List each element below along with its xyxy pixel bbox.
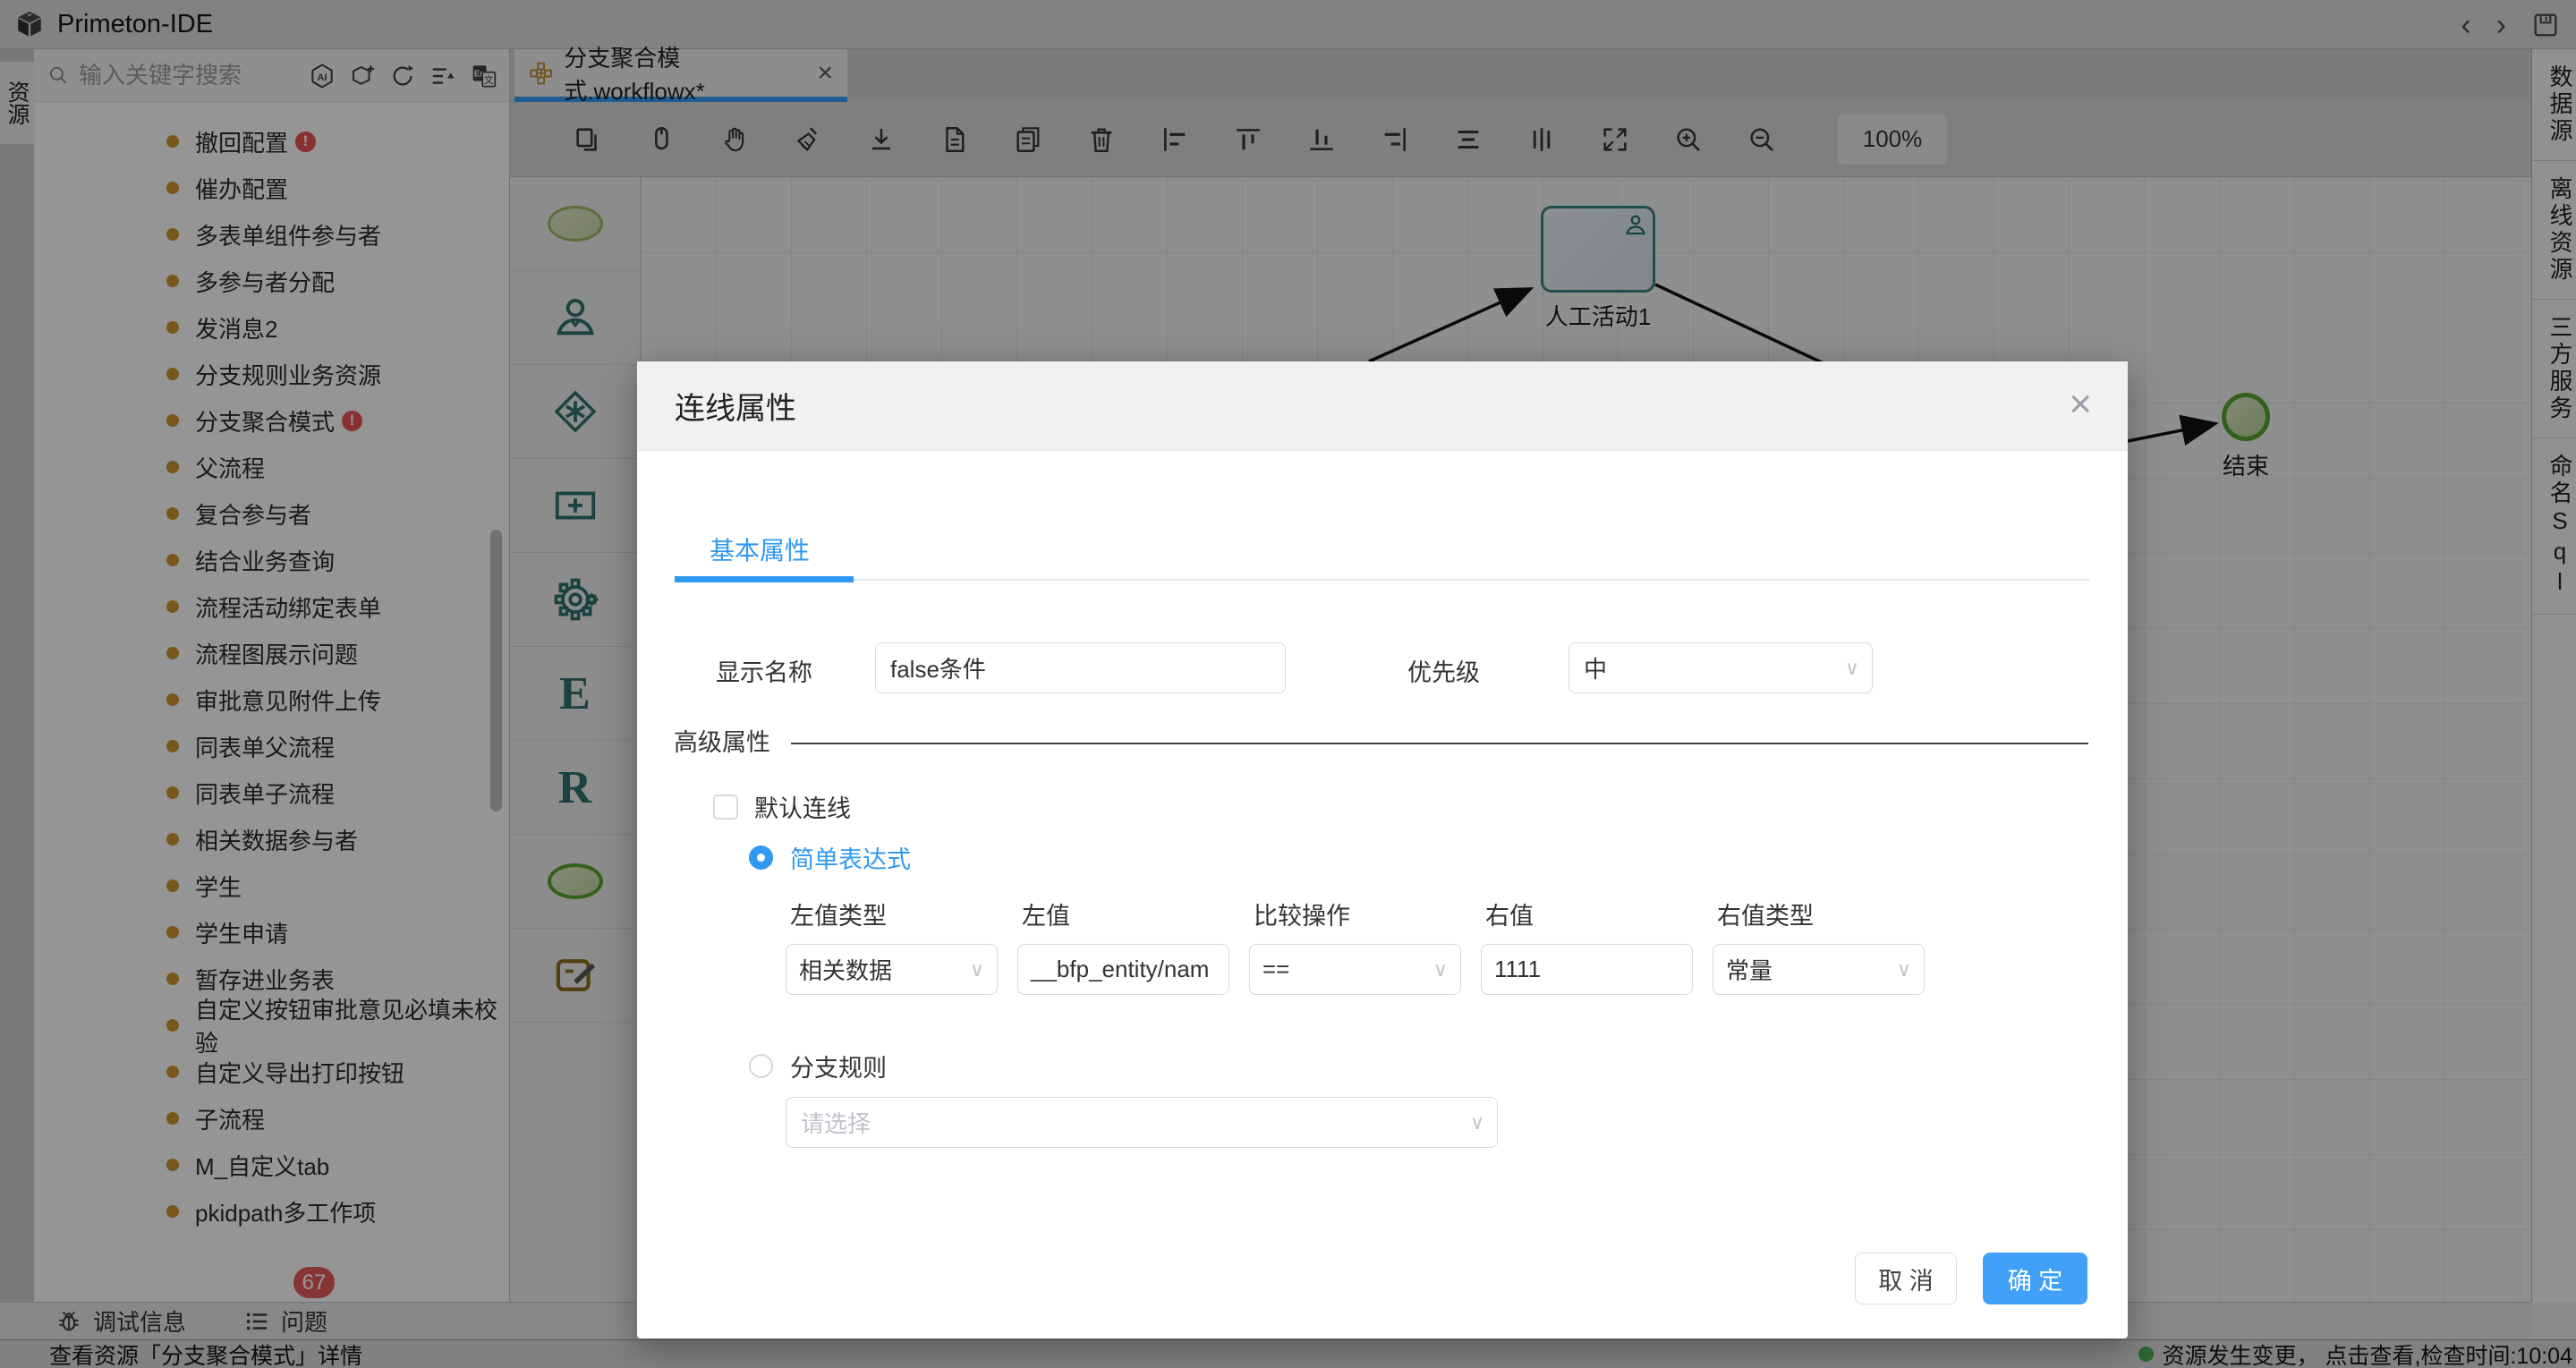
expression-column-label: 左值类型 [786, 896, 998, 931]
chevron-down-icon: ∨ [970, 958, 984, 981]
tab-underline-track [675, 579, 2090, 581]
expression-field-value: 1111 [1494, 956, 1541, 983]
tab-active-underline [675, 576, 854, 582]
priority-label: 优先级 [1407, 653, 1480, 688]
cancel-button[interactable]: 取 消 [1855, 1253, 1957, 1304]
advanced-section-label: 高级属性 [674, 723, 770, 758]
branch-rule-radio[interactable] [749, 1054, 773, 1078]
dialog-header: 连线属性 [637, 361, 2128, 451]
name-priority-row: 显示名称 优先级 中 ∨ [637, 642, 2128, 693]
expression-field-value: == [1262, 956, 1289, 983]
expression-field[interactable]: == ∨ [1249, 944, 1461, 995]
branch-rule-label[interactable]: 分支规则 [790, 1049, 887, 1083]
primeton-ide-app: Primeton-IDE ‹ › 资源 [0, 0, 2576, 1368]
chevron-down-icon: ∨ [1470, 1111, 1484, 1134]
expression-field-value: __bfp_entity/nam [1031, 956, 1209, 983]
dialog-title: 连线属性 [675, 384, 796, 428]
default-line-row: 默认连线 [713, 789, 851, 824]
display-name-label: 显示名称 [716, 653, 812, 688]
expression-column: 比较操作 == ∨ [1249, 896, 1461, 995]
expression-field[interactable]: 1111 [1481, 944, 1693, 995]
expression-field-value: 相关数据 [799, 953, 892, 986]
expression-column-label: 右值 [1481, 896, 1693, 931]
dialog-footer: 取 消 确 定 [637, 1253, 2128, 1304]
default-line-checkbox[interactable] [713, 794, 738, 820]
expression-column-label: 左值 [1017, 896, 1229, 931]
chevron-down-icon: ∨ [1845, 657, 1859, 680]
expression-column: 左值 __bfp_entity/nam [1017, 896, 1229, 995]
tab-basic-properties[interactable]: 基本属性 [710, 531, 810, 567]
chevron-down-icon: ∨ [1897, 958, 1911, 981]
line-properties-dialog: 连线属性 × 基本属性 显示名称 优先级 中 ∨ 高级属性 默认连线 简单表达式 [637, 361, 2128, 1338]
chevron-down-icon: ∨ [1433, 958, 1448, 981]
expression-field[interactable]: 常量 ∨ [1713, 944, 1925, 995]
expression-column: 右值 1111 [1481, 896, 1693, 995]
display-name-input[interactable] [875, 642, 1286, 693]
priority-select[interactable]: 中 ∨ [1569, 642, 1873, 693]
default-line-label: 默认连线 [754, 789, 851, 824]
dialog-close-icon[interactable]: × [2069, 385, 2092, 424]
expression-field[interactable]: 相关数据 ∨ [786, 944, 998, 995]
simple-expression-radio[interactable] [749, 845, 773, 870]
branch-rule-select[interactable]: 请选择 ∨ [786, 1097, 1498, 1148]
advanced-divider [791, 743, 2088, 744]
expression-field-value: 常量 [1726, 953, 1773, 986]
simple-expression-label[interactable]: 简单表达式 [790, 840, 911, 875]
expression-column: 左值类型 相关数据 ∨ [786, 896, 998, 995]
expression-column: 右值类型 常量 ∨ [1713, 896, 1925, 995]
branch-rule-row: 分支规则 [749, 1049, 887, 1083]
priority-value: 中 [1584, 651, 1607, 684]
expression-column-label: 比较操作 [1249, 896, 1461, 931]
expression-field[interactable]: __bfp_entity/nam [1017, 944, 1229, 995]
expression-row: 左值类型 相关数据 ∨ 左值 __bfp_entity/nam 比较操作 [786, 896, 1925, 995]
confirm-button[interactable]: 确 定 [1983, 1253, 2087, 1304]
expression-column-label: 右值类型 [1713, 896, 1925, 931]
branch-rule-placeholder: 请选择 [801, 1106, 871, 1139]
simple-expression-row: 简单表达式 [749, 840, 911, 875]
